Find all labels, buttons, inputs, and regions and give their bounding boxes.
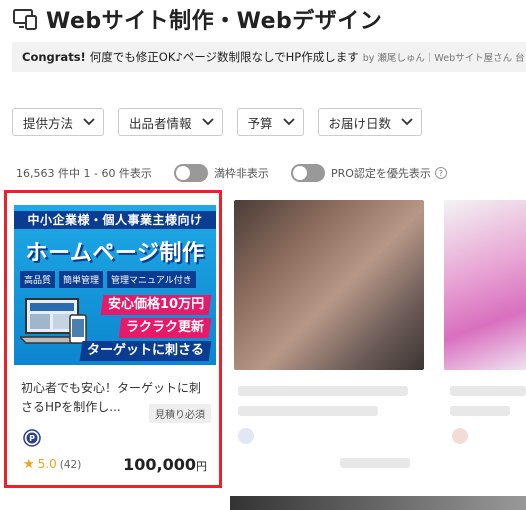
service-thumbnail[interactable]: 中小企業様・個人事業主様向け ホームページ制作 高品質 簡単管理 管理マニュアル… <box>14 205 216 365</box>
laptop-icon <box>20 298 87 344</box>
chevron-down-icon <box>83 118 95 126</box>
rating-count: (42) <box>59 459 82 471</box>
star-icon: ★ <box>23 457 35 472</box>
service-card[interactable]: 中小企業様・個人事業主様向け ホームページ制作 高品質 簡単管理 管理マニュアル… <box>4 190 222 488</box>
thumb-tag: 高品質 <box>20 271 56 288</box>
blurred-text-line <box>238 386 408 396</box>
pro-priority-toggle[interactable] <box>290 164 325 182</box>
thumb-line-price: 安心価格10万円 <box>100 295 212 315</box>
thumb-tags: 高品質 簡単管理 管理マニュアル付き <box>20 271 196 288</box>
blurred-text-line <box>450 386 526 396</box>
thumb-tag: 管理マニュアル付き <box>107 271 196 288</box>
result-count: 16,563 件中 1 - 60 件表示 <box>16 167 152 180</box>
blurred-card-thumbnail[interactable] <box>444 200 526 370</box>
filter-label: 予算 <box>247 115 273 131</box>
price-value: 100,000 <box>123 455 196 474</box>
blurred-price <box>340 458 410 468</box>
promo-banner[interactable]: Congrats! 何度でも修正OK♪ページ数制限なしでHP作成します by 瀬… <box>12 42 526 72</box>
filter-budget[interactable]: 予算 <box>236 108 304 136</box>
chevron-down-icon <box>282 118 295 126</box>
pro-priority-label: PRO認定を優先表示 <box>330 167 431 180</box>
filter-delivery-days[interactable]: お届け日数 <box>317 108 423 136</box>
service-price: 100,000円 <box>123 455 207 474</box>
blurred-avatar <box>452 428 468 444</box>
page-title: Webサイト制作・Webデザイン <box>46 9 383 34</box>
filter-bar: 提供方法 出品者情報 予算 お届け日数 <box>12 108 423 136</box>
filter-label: 出品者情報 <box>129 115 192 131</box>
page-header: Webサイト制作・Webデザイン <box>12 4 382 34</box>
banner-author: by 瀬尾しゅん｜Webサイト屋さん 台 <box>362 53 525 64</box>
thumb-main-text: ホームページ制作 <box>25 241 205 266</box>
rating-score: 5.0 <box>37 457 57 471</box>
blurred-text-line <box>450 406 510 416</box>
chevron-down-icon <box>401 118 413 126</box>
pro-badge-icon: P <box>23 429 41 447</box>
quote-required-badge: 見積り必須 <box>149 404 211 423</box>
thumb-tag: 簡単管理 <box>59 271 104 288</box>
price-currency: 円 <box>196 460 207 473</box>
filter-seller-info[interactable]: 出品者情報 <box>118 108 223 136</box>
results-meta: 16,563 件中 1 - 60 件表示 満枠非表示 PRO認定を優先表示 ? <box>16 164 447 182</box>
blurred-text-line <box>238 406 378 416</box>
chevron-down-icon <box>201 118 214 126</box>
thumb-line-target: ターゲットに刺さる <box>79 341 212 361</box>
filter-delivery-method[interactable]: 提供方法 <box>12 108 105 136</box>
filter-label: 提供方法 <box>23 115 74 131</box>
banner-text: 何度でも修正OK♪ページ数制限なしでHP作成します <box>89 50 359 64</box>
thumb-line-text: ラクラク更新 <box>125 320 204 335</box>
hide-full-toggle[interactable] <box>173 164 208 182</box>
thumb-line-update: ラクラク更新 <box>118 318 212 338</box>
rating: ★ 5.0 (42) <box>23 457 81 472</box>
page: Webサイト制作・Webデザイン Congrats! 何度でも修正OK♪ページ数… <box>0 0 526 510</box>
help-icon[interactable]: ? <box>434 167 447 179</box>
thumb-line-text: 安心価格10万円 <box>107 297 204 312</box>
filter-label: お届け日数 <box>328 115 392 131</box>
blurred-avatar <box>238 428 254 444</box>
monitor-icon <box>13 9 37 30</box>
blurred-card-thumbnail[interactable] <box>234 200 424 370</box>
thumb-band: 中小企業様・個人事業主様向け <box>14 211 216 229</box>
hide-full-label: 満枠非表示 <box>213 167 269 180</box>
next-row-preview <box>230 496 526 510</box>
svg-text:P: P <box>29 434 35 443</box>
banner-bold: Congrats! <box>22 50 86 64</box>
thumb-line-text: ターゲットに刺さる <box>86 343 204 358</box>
